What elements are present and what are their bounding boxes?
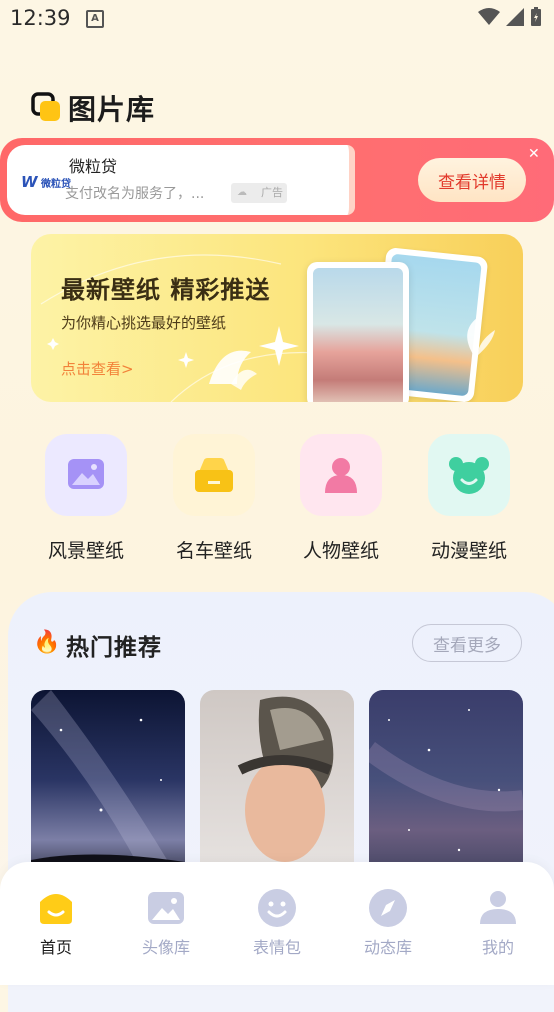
nav-stickers[interactable]: 表情包 (227, 888, 327, 958)
category-label: 动漫壁纸 (430, 540, 507, 562)
ad-tag: ☁ 广告 (231, 183, 287, 203)
banner-link[interactable]: 点击查看> (61, 358, 134, 379)
category-label: 人物壁纸 (302, 540, 379, 562)
category-label: 风景壁纸 (47, 540, 124, 562)
close-icon[interactable]: ✕ (528, 146, 540, 162)
nav-home[interactable]: 首页 (6, 888, 106, 958)
category-person[interactable]: 人物壁纸 (299, 434, 383, 563)
wallpaper-card-stars[interactable] (369, 690, 523, 890)
status-icons (478, 7, 542, 27)
ad-tag-label: 广告 (261, 186, 283, 199)
nav-avatar-lib[interactable]: 头像库 (116, 888, 216, 958)
stars-image (369, 709, 523, 852)
notification-icon: A (86, 10, 104, 28)
nav-label: 动态库 (363, 938, 412, 957)
ad-advertiser: 微粒贷 (69, 157, 118, 176)
smile-icon (257, 888, 297, 928)
category-anime[interactable]: 动漫壁纸 (427, 434, 511, 563)
banner-photo-front (307, 262, 409, 402)
battery-icon (531, 7, 541, 26)
nav-label: 我的 (481, 938, 514, 957)
promo-banner[interactable]: 最新壁纸 精彩推送 为你精心挑选最好的壁纸 点击查看> (31, 234, 523, 402)
wifi-icon (478, 8, 500, 25)
milkyway-image (31, 690, 185, 890)
portrait-image (237, 696, 334, 862)
wallpaper-card-portrait[interactable] (200, 690, 354, 890)
fire-icon: 🔥 (33, 630, 61, 655)
ad-banner[interactable]: W 微粒贷 微粒贷 支付改名为服务了，... ☁ 广告 查看详情 ✕ (0, 138, 554, 222)
nav-label: 表情包 (252, 938, 301, 957)
hot-title: 热门推荐 (66, 635, 162, 661)
category-car[interactable]: 名车壁纸 (172, 434, 256, 563)
category-landscape[interactable]: 风景壁纸 (44, 434, 128, 563)
status-time: 12:39 (10, 6, 71, 30)
nav-label: 首页 (39, 938, 72, 957)
ad-tag-icon: ☁ (237, 187, 247, 198)
car-icon (173, 434, 255, 516)
view-more-button[interactable]: 查看更多 (412, 624, 522, 662)
user-icon (478, 888, 518, 928)
nav-dynamic[interactable]: 动态库 (338, 888, 438, 958)
landscape-icon (45, 434, 127, 516)
banner-title: 最新壁纸 精彩推送 (61, 276, 271, 304)
signal-icon (506, 8, 524, 26)
person-icon (300, 434, 382, 516)
category-label: 名车壁纸 (175, 540, 252, 562)
ad-text: 支付改名为服务了，... (65, 186, 205, 202)
compass-icon (368, 888, 408, 928)
ad-brand-logo: W 微粒贷 (21, 173, 72, 191)
bear-icon (428, 434, 510, 516)
image-icon (146, 888, 186, 928)
ad-content[interactable]: W 微粒贷 微粒贷 支付改名为服务了，... ☁ 广告 (7, 145, 355, 215)
banner-subtitle: 为你精心挑选最好的壁纸 (61, 314, 227, 332)
wallpaper-card-milkyway[interactable] (31, 690, 185, 890)
nav-label: 头像库 (141, 938, 190, 957)
butterfly-icon (467, 318, 495, 356)
page-title: 图片库 (68, 93, 156, 126)
nav-mine[interactable]: 我的 (448, 888, 548, 958)
ad-detail-button[interactable]: 查看详情 (418, 158, 526, 202)
home-icon (36, 888, 76, 928)
app-logo-icon (31, 92, 60, 121)
